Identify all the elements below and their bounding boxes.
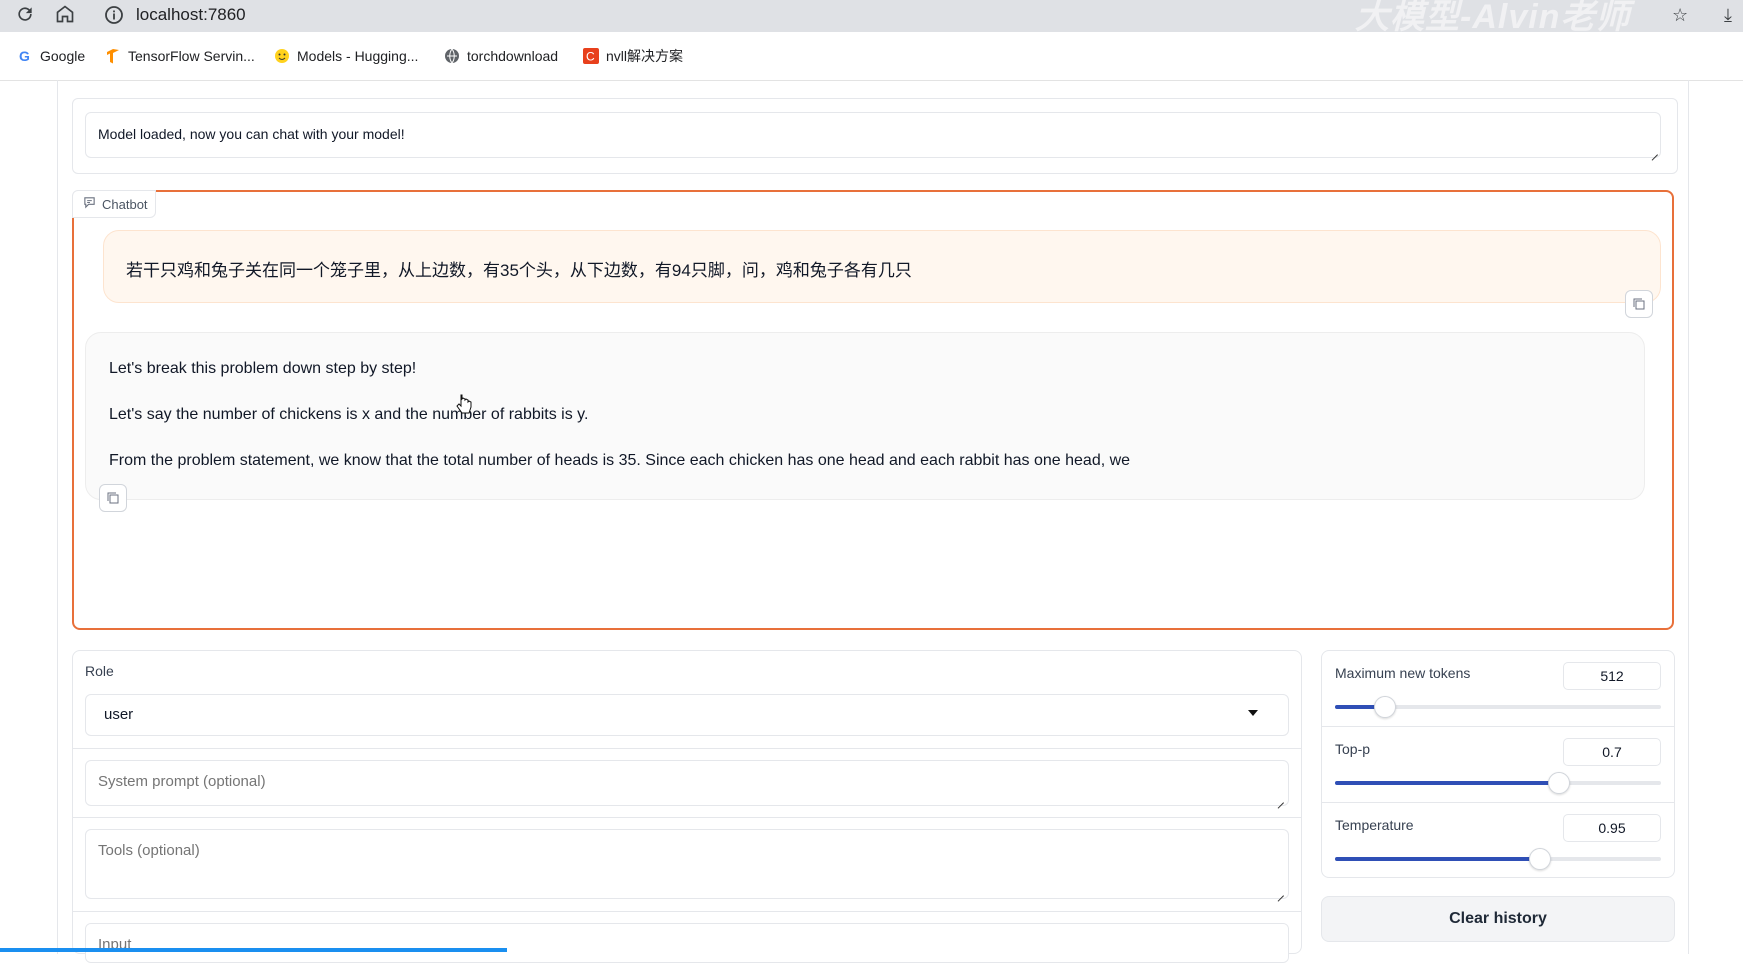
page-edge	[1688, 80, 1689, 954]
temperature-label: Temperature	[1335, 817, 1414, 833]
csdn-icon: C	[583, 48, 599, 64]
role-label: Role	[85, 663, 114, 679]
chat-input[interactable]	[85, 923, 1289, 963]
max-tokens-slider[interactable]	[1335, 696, 1661, 718]
slider-fill	[1335, 781, 1559, 785]
page-load-progress-bar	[0, 948, 507, 952]
copy-bot-message-button[interactable]	[99, 484, 127, 512]
bookmark-huggingface[interactable]: Models - Hugging...	[274, 46, 418, 66]
copy-icon	[107, 492, 119, 504]
home-icon[interactable]	[54, 4, 76, 26]
globe-icon	[444, 48, 460, 64]
resize-handle-icon[interactable]	[1650, 147, 1658, 155]
bookmark-star-icon[interactable]: ☆	[1672, 4, 1688, 26]
resize-handle-icon[interactable]	[1276, 795, 1284, 803]
top-p-number-input[interactable]: 0.7	[1563, 738, 1661, 766]
page-edge	[57, 80, 58, 954]
google-g-icon: G	[17, 48, 33, 64]
bookmark-tensorflow[interactable]: TensorFlow Servin...	[105, 46, 255, 66]
temperature-number-input[interactable]: 0.95	[1563, 814, 1661, 842]
tools-input[interactable]	[85, 829, 1289, 899]
system-prompt-input[interactable]	[85, 760, 1289, 806]
role-dropdown[interactable]: user	[85, 694, 1289, 736]
copy-icon	[1633, 298, 1645, 310]
max-tokens-label: Maximum new tokens	[1335, 665, 1471, 681]
mouse-pointer-icon	[456, 393, 472, 415]
svg-text:C: C	[586, 50, 595, 64]
slider-thumb[interactable]	[1528, 848, 1551, 870]
resize-handle-icon[interactable]	[1276, 888, 1284, 896]
top-p-slider[interactable]	[1335, 772, 1661, 794]
divider	[72, 748, 1302, 749]
temperature-slider[interactable]	[1335, 848, 1661, 870]
bot-message-line: Let's say the number of chickens is x an…	[109, 406, 589, 423]
divider	[72, 911, 1302, 912]
site-info-icon[interactable]	[104, 5, 124, 25]
address-bar[interactable]: localhost:7860	[136, 4, 246, 26]
bookmark-csdn[interactable]: C nvll解决方案	[583, 46, 683, 66]
watermark: 大模型-Alvin老师	[1355, 0, 1631, 36]
download-icon[interactable]: ⤓	[1724, 4, 1732, 26]
top-p-label: Top-p	[1335, 741, 1371, 757]
bot-message-line: Let's break this problem down step by st…	[109, 360, 417, 377]
browser-toolbar: localhost:7860 大模型-Alvin老师 ☆ ⤓	[0, 0, 1743, 36]
slider-thumb[interactable]	[1373, 696, 1396, 718]
chat-bubble-icon	[83, 196, 96, 212]
divider	[72, 817, 1302, 818]
dropdown-caret-icon[interactable]	[1248, 710, 1258, 716]
chatbot-label: Chatbot	[72, 190, 156, 218]
svg-text:G: G	[19, 48, 30, 64]
slider-fill	[1335, 857, 1539, 861]
bookmark-torchdownload[interactable]: torchdownload	[444, 46, 558, 66]
divider	[1321, 802, 1675, 803]
bot-message-line: From the problem statement, we know that…	[109, 452, 1131, 469]
bookmarks-bar: G Google TensorFlow Servin... Models - H…	[0, 32, 1743, 81]
max-tokens-number-input[interactable]: 512	[1563, 662, 1661, 690]
huggingface-icon	[274, 48, 290, 64]
tensorflow-icon	[105, 48, 121, 64]
user-message: 若干只鸡和兔子关在同一个笼子里，从上边数，有35个头，从下边数，有94只脚，问，…	[103, 230, 1661, 303]
clear-history-button[interactable]: Clear history	[1321, 896, 1675, 942]
status-textbox[interactable]: Model loaded, now you can chat with your…	[85, 112, 1661, 158]
copy-user-message-button[interactable]	[1625, 290, 1653, 318]
reload-icon[interactable]	[14, 4, 36, 26]
bookmark-google[interactable]: G Google	[17, 46, 85, 66]
divider	[1321, 726, 1675, 727]
bot-message: Let's break this problem down step by st…	[85, 332, 1645, 500]
